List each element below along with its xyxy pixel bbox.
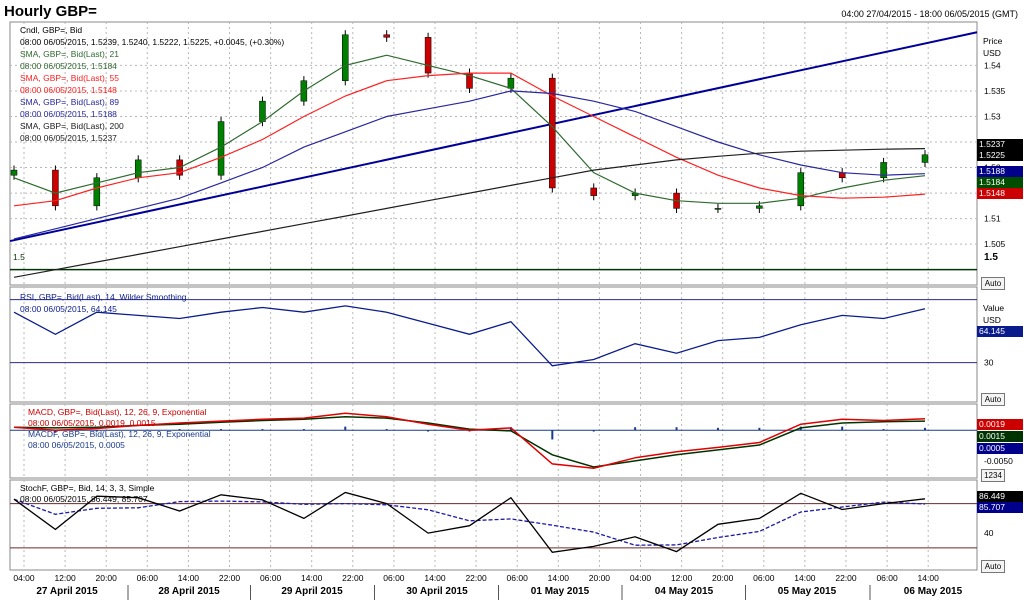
stoch-legend-value: 08:00 06/05/2015, 86.449, 85.707 [20, 494, 148, 504]
macd-legend-value: 08:00 06/05/2015, 0.0019, 0.0015 [28, 418, 156, 428]
price-tick-label: 1.51 [984, 214, 1001, 224]
legend-sma89-value: 08:00 06/05/2015, 1.5188 [20, 109, 117, 119]
rsi-tag: 64.145 [977, 326, 1023, 337]
legend-sma55: SMA, GBP=, Bid(Last), 55 [20, 73, 119, 83]
stoch-k-tag: 86.449 [977, 491, 1023, 502]
price-tag-sma21: 1.5184 [977, 177, 1023, 188]
legend-sma55-value: 08:00 06/05/2015, 1.5148 [20, 85, 117, 95]
candle-body [714, 208, 722, 210]
x-date-label: 27 April 2015 [36, 586, 98, 597]
legend-sma21: SMA, GBP=, Bid(Last), 21 [20, 49, 119, 59]
rsi-legend-value: 08:00 06/05/2015, 64.145 [20, 304, 117, 314]
rsi-legend-name: RSI, GBP=, Bid(Last), 14, Wilder Smoothi… [20, 292, 187, 302]
macd-tick-label: -0.0050 [984, 456, 1013, 466]
x-tick-label: 12:00 [54, 573, 76, 583]
price-tick-label: 1.505 [984, 239, 1006, 249]
stoch-d-tag: 85.707 [977, 502, 1023, 513]
x-tick-label: 14:00 [178, 573, 200, 583]
x-tick-label: 06:00 [137, 573, 159, 583]
stoch-auto-button[interactable]: Auto [981, 560, 1005, 573]
x-tick-label: 22:00 [342, 573, 364, 583]
level-line-label: 1.5 [13, 252, 25, 262]
macdf-legend-name: MACDF, GBP=, Bid(Last), 12, 26, 9, Expon… [28, 429, 211, 439]
legend-sma200: SMA, GBP=, Bid(Last), 200 [20, 121, 124, 131]
candle-body [590, 187, 597, 196]
macdf-legend-value: 08:00 06/05/2015, 0.0005 [28, 440, 125, 450]
macd-legend-name: MACD, GBP=, Bid(Last), 12, 26, 9, Expone… [28, 407, 207, 417]
x-date-label: 04 May 2015 [655, 586, 714, 597]
candle-body [383, 34, 390, 38]
candle-body [424, 37, 432, 74]
x-date-label: 06 May 2015 [904, 586, 963, 597]
candle-body [756, 205, 763, 209]
macd-signal-tag: 0.0015 [977, 431, 1023, 442]
candle-body [797, 172, 805, 207]
legend-sma200-value: 08:00 06/05/2015, 1.5237 [20, 133, 117, 143]
x-tick-label: 20:00 [712, 573, 734, 583]
x-tick-label: 04:00 [13, 573, 35, 583]
price-auto-button[interactable]: Auto [981, 277, 1005, 290]
x-date-label: 01 May 2015 [531, 586, 590, 597]
x-date-label: 28 April 2015 [158, 586, 220, 597]
x-tick-label: 22:00 [835, 573, 857, 583]
x-date-label: 30 April 2015 [406, 586, 468, 597]
rsi-legend: RSI, GBP=, Bid(Last), 14, Wilder Smoothi… [20, 291, 187, 315]
price-axis-title: Price [983, 36, 1003, 46]
rsi-auto-button[interactable]: Auto [981, 393, 1005, 406]
price-tag-sma55: 1.5148 [977, 188, 1023, 199]
x-tick-label: 14:00 [548, 573, 570, 583]
x-date-label: 05 May 2015 [778, 586, 837, 597]
chart-window: Hourly GBP= 04:00 27/04/2015 - 18:00 06/… [0, 0, 1024, 612]
stoch-legend: StochF, GBP=, Bid, 14, 3, 3, Simple 08:0… [20, 483, 154, 505]
x-tick-label: 14:00 [424, 573, 446, 583]
price-tick-label: 1.53 [984, 111, 1001, 121]
x-tick-label: 04:00 [630, 573, 652, 583]
x-tick-label: 06:00 [260, 573, 282, 583]
rsi-tick-label: 30 [984, 358, 994, 368]
price-tag-close: 1.5225 [977, 150, 1023, 161]
x-tick-label: 20:00 [96, 573, 118, 583]
stoch-panel-frame [9, 479, 978, 571]
price-tag-sma200: 1.5237 [977, 139, 1023, 150]
stoch-tick-label: 40 [984, 528, 994, 538]
x-tick-label: 06:00 [507, 573, 529, 583]
level-1.5-label: 1.5 [984, 252, 998, 263]
x-tick-label: 06:00 [383, 573, 405, 583]
candle-body [134, 159, 142, 179]
price-tag-sma89: 1.5188 [977, 166, 1023, 177]
x-tick-label: 22:00 [465, 573, 487, 583]
x-tick-label: 14:00 [794, 573, 816, 583]
candle-body [342, 34, 349, 81]
rsi-axis-title: Value [983, 303, 1005, 313]
macd-tag: 0.0019 [977, 419, 1023, 430]
x-tick-label: 14:00 [918, 573, 940, 583]
legend-candle-values: 08:00 06/05/2015, 1.5239, 1.5240, 1.5222… [20, 37, 285, 47]
legend-candle: Cndl, GBP=, Bid [20, 25, 83, 35]
stoch-legend-name: StochF, GBP=, Bid, 14, 3, 3, Simple [20, 483, 155, 493]
rsi-axis-unit: USD [983, 315, 1001, 325]
x-tick-label: 12:00 [671, 573, 693, 583]
legend-sma21-value: 08:00 06/05/2015, 1.5184 [20, 61, 117, 71]
candle-body [507, 77, 515, 89]
price-tick-label: 1.535 [984, 86, 1006, 96]
candle-body [10, 169, 18, 176]
x-tick-label: 14:00 [301, 573, 323, 583]
x-tick-label: 06:00 [876, 573, 898, 583]
price-legend: Cndl, GBP=, Bid 08:00 06/05/2015, 1.5239… [20, 24, 284, 144]
x-tick-label: 20:00 [589, 573, 611, 583]
macd-auto-button[interactable]: 1234 [981, 469, 1005, 482]
x-date-label: 29 April 2015 [281, 586, 343, 597]
legend-sma89: SMA, GBP=, Bid(Last), 89 [20, 97, 119, 107]
price-tick-label: 1.54 [984, 60, 1001, 70]
x-tick-label: 22:00 [219, 573, 241, 583]
candle-body [921, 154, 929, 163]
macdf-tag: 0.0005 [977, 443, 1023, 454]
price-axis-unit: USD [983, 48, 1001, 58]
x-tick-label: 06:00 [753, 573, 775, 583]
macd-legend: MACD, GBP=, Bid(Last), 12, 26, 9, Expone… [28, 407, 211, 451]
